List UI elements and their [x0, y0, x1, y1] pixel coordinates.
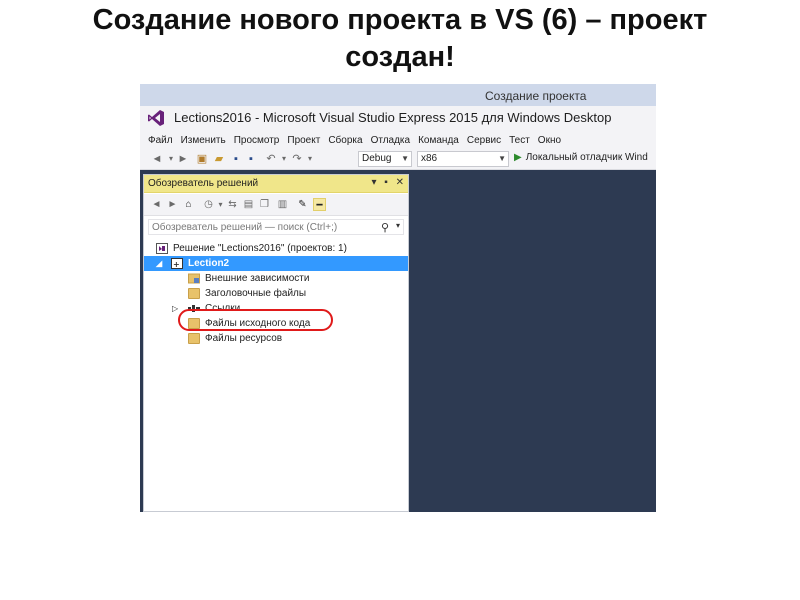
properties-wrench-icon[interactable]: ✎	[296, 198, 309, 211]
tree-item-external-dependencies[interactable]: Внешние зависимости	[144, 271, 408, 286]
slide-title: Создание нового проекта в VS (6) – проек…	[92, 4, 708, 73]
solution-explorer-header: Обозреватель решений ▾ ▪ ✕	[144, 175, 408, 193]
menu-edit[interactable]: Изменить	[181, 132, 226, 146]
back-icon[interactable]: ◄	[150, 198, 163, 211]
undo-dropdown-icon[interactable]: ▾	[277, 152, 291, 166]
pin-icon[interactable]: ▪	[384, 177, 388, 188]
tree-item-resource-files[interactable]: Файлы ресурсов	[144, 331, 408, 346]
save-all-icon[interactable]: ▪	[244, 152, 258, 166]
search-icon[interactable]: ⚲	[381, 221, 389, 234]
menu-bar: Файл Изменить Просмотр Проект Сборка Отладка К…	[140, 130, 656, 148]
search-options-dropdown-icon[interactable]: ▾	[396, 221, 400, 230]
chevron-down-icon: ▼	[498, 154, 506, 163]
folder-icon	[188, 333, 200, 344]
platform-value: x86	[421, 153, 438, 164]
sync-icon[interactable]: ⇆	[226, 198, 239, 211]
tree-item-label: Внешние зависимости	[205, 273, 310, 284]
visual-studio-screenshot: Создание проекта Lections2016 - Microsof…	[140, 84, 656, 512]
copy-icon[interactable]: ❐	[258, 198, 271, 211]
new-project-dialog-titlebar: Создание проекта	[140, 84, 656, 106]
tree-item-label: Файлы ресурсов	[205, 333, 283, 344]
platform-select[interactable]: x86 ▼	[417, 151, 509, 167]
window-position-dropdown-icon[interactable]: ▾	[371, 177, 376, 188]
open-file-icon[interactable]: ▰	[212, 152, 226, 166]
solution-icon	[156, 243, 168, 254]
window-title: Lections2016 - Microsoft Visual Studio E…	[174, 110, 612, 125]
window-titlebar: Lections2016 - Microsoft Visual Studio E…	[140, 106, 656, 130]
search-input[interactable]: Обозреватель решений — поиск (Ctrl+;)	[152, 222, 337, 233]
show-all-files-icon[interactable]: ▥	[276, 198, 289, 211]
project-icon: +	[171, 258, 183, 269]
menu-tools[interactable]: Сервис	[467, 132, 501, 146]
tree-item-solution[interactable]: Решение "Lections2016" (проектов: 1)	[144, 241, 408, 256]
tree-item-project[interactable]: ◢ + Lection2	[144, 256, 408, 271]
chevron-down-icon: ▼	[401, 154, 409, 163]
expanded-arrow-icon[interactable]: ◢	[156, 256, 162, 271]
menu-view[interactable]: Просмотр	[234, 132, 280, 146]
dialog-title: Создание проекта	[485, 89, 587, 103]
menu-window[interactable]: Окно	[538, 132, 561, 146]
redo-dropdown-icon[interactable]: ▾	[303, 152, 317, 166]
play-icon: ▶	[514, 152, 522, 163]
forward-icon[interactable]: ►	[176, 152, 190, 166]
new-project-icon[interactable]: ▣	[195, 152, 209, 166]
tree-item-label: Решение "Lections2016" (проектов: 1)	[173, 243, 347, 254]
forward-icon[interactable]: ►	[166, 198, 179, 211]
main-toolbar: ◄ ▾ ► ▣ ▰ ▪ ▪ ↶ ▾ ↷ ▾ Debug ▼ x86 ▼ ▶ Лок…	[140, 148, 656, 170]
svg-text:+: +	[173, 260, 180, 269]
solution-explorer-panel: Обозреватель решений ▾ ▪ ✕ ◄ ► ⌂ ◷ ▾ ⇆ ▤…	[143, 174, 409, 512]
start-debugger-button[interactable]: ▶ Локальный отладчик Wind	[514, 152, 648, 163]
configuration-value: Debug	[362, 153, 392, 164]
configuration-select[interactable]: Debug ▼	[358, 151, 412, 167]
visual-studio-logo-icon	[148, 110, 164, 126]
highlight-annotation-oval	[178, 309, 333, 331]
close-icon[interactable]: ✕	[396, 177, 404, 188]
home-icon[interactable]: ⌂	[182, 198, 195, 211]
tree-item-header-files[interactable]: Заголовочные файлы	[144, 286, 408, 301]
menu-file[interactable]: Файл	[148, 132, 173, 146]
collapsed-arrow-icon[interactable]: ▷	[172, 301, 178, 316]
panel-header-buttons: ▾ ▪ ✕	[366, 177, 404, 188]
dependencies-icon	[188, 273, 200, 284]
solution-explorer-toolbar: ◄ ► ⌂ ◷ ▾ ⇆ ▤ ❐ ▥ ✎ ━	[144, 194, 408, 216]
menu-debug[interactable]: Отладка	[371, 132, 411, 146]
undo-icon[interactable]: ↶	[264, 152, 278, 166]
menu-project[interactable]: Проект	[287, 132, 320, 146]
menu-build[interactable]: Сборка	[328, 132, 362, 146]
menu-test[interactable]: Тест	[509, 132, 530, 146]
tree-item-label: Lection2	[188, 258, 230, 269]
menu-team[interactable]: Команда	[418, 132, 459, 146]
folder-icon	[188, 288, 200, 299]
back-icon[interactable]: ◄	[150, 152, 164, 166]
preview-selected-icon[interactable]: ━	[313, 198, 326, 211]
editor-area	[412, 171, 656, 512]
save-icon[interactable]: ▪	[229, 152, 243, 166]
debugger-label: Локальный отладчик Wind	[525, 152, 648, 163]
tree-item-label: Заголовочные файлы	[205, 288, 307, 299]
solution-explorer-title: Обозреватель решений	[148, 178, 259, 189]
redo-icon[interactable]: ↷	[290, 152, 304, 166]
collapse-all-icon[interactable]: ▤	[242, 198, 255, 211]
solution-explorer-search[interactable]: Обозреватель решений — поиск (Ctrl+;) ⚲ …	[148, 219, 404, 235]
